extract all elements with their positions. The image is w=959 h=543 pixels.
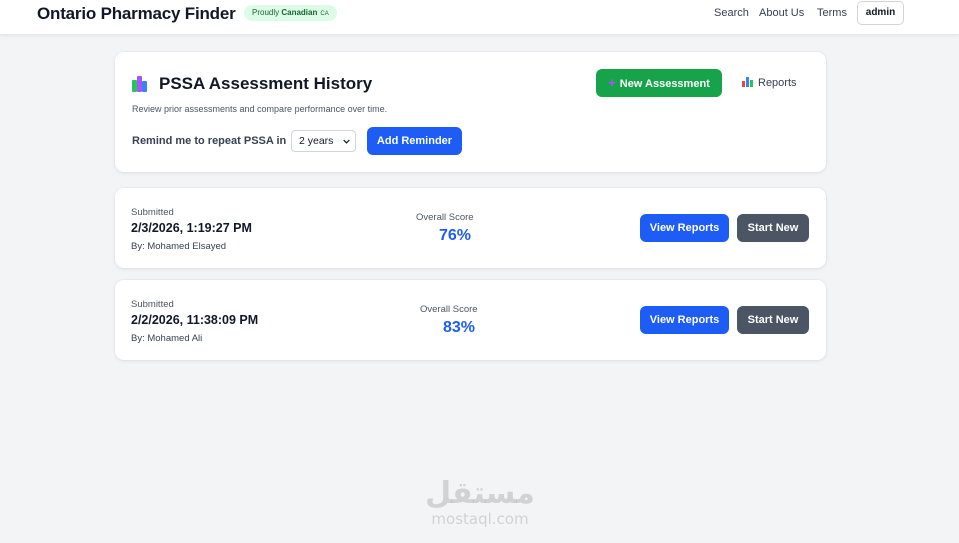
badge-prefix: Proudly [252,8,280,17]
page-title: PSSA Assessment History [159,74,373,93]
chevron-down-icon [343,139,350,144]
submitted-date: 2/2/2026, 11:38:09 PM [131,313,259,327]
remind-interval-select[interactable]: 2 years [291,130,356,152]
watermark-arabic: مستقل [425,476,535,511]
submitted-by: By: Mohamed Ali [131,333,203,344]
start-new-button[interactable]: Start New [737,306,809,334]
view-reports-button[interactable]: View Reports [640,214,729,242]
reports-label: Reports [758,77,797,89]
submitted-by: By: Mohamed Elsayed [131,241,227,252]
books-icon [132,76,148,92]
nav-search-link[interactable]: Search [714,7,749,19]
overall-score-label: Overall Score [416,212,474,223]
mostaql-watermark: مستقل mostaql.com [420,476,540,529]
view-reports-button[interactable]: View Reports [640,306,729,334]
user-menu-button[interactable]: admin [857,1,904,25]
add-reminder-button[interactable]: Add Reminder [367,127,462,155]
remind-label: Remind me to repeat PSSA in [132,135,287,147]
new-assessment-label: New Assessment [619,78,710,90]
reports-link[interactable]: Reports [742,77,797,89]
start-new-button[interactable]: Start New [737,214,809,242]
watermark-latin: mostaql.com [431,510,529,528]
nav-terms-link[interactable]: Terms [817,7,847,19]
assessment-history-panel: PSSA Assessment History + New Assessment … [115,52,826,172]
nav-about-link[interactable]: About Us [759,7,804,19]
canada-flag-icon: CA [320,11,329,17]
badge-strong: Canadian [281,8,318,17]
plus-icon: + [608,75,616,90]
bar-chart-icon [742,77,753,87]
page-subtitle: Review prior assessments and compare per… [132,104,388,114]
new-assessment-button[interactable]: + New Assessment [596,69,722,97]
overall-score-value: 83% [443,319,476,336]
submitted-date: 2/3/2026, 1:19:27 PM [131,221,252,235]
brand-title[interactable]: Ontario Pharmacy Finder [37,4,236,24]
assessment-row: Submitted 2/2/2026, 11:38:09 PM By: Moha… [115,280,826,360]
submitted-label: Submitted [131,299,174,310]
proudly-canadian-badge: Proudly Canadian CA [244,5,337,21]
submitted-label: Submitted [131,207,174,218]
remind-interval-value: 2 years [299,135,334,147]
assessment-row: Submitted 2/3/2026, 1:19:27 PM By: Moham… [115,188,826,268]
overall-score-value: 76% [439,227,472,244]
top-navbar: Ontario Pharmacy Finder Proudly Canadian… [0,0,959,35]
overall-score-label: Overall Score [420,304,478,315]
